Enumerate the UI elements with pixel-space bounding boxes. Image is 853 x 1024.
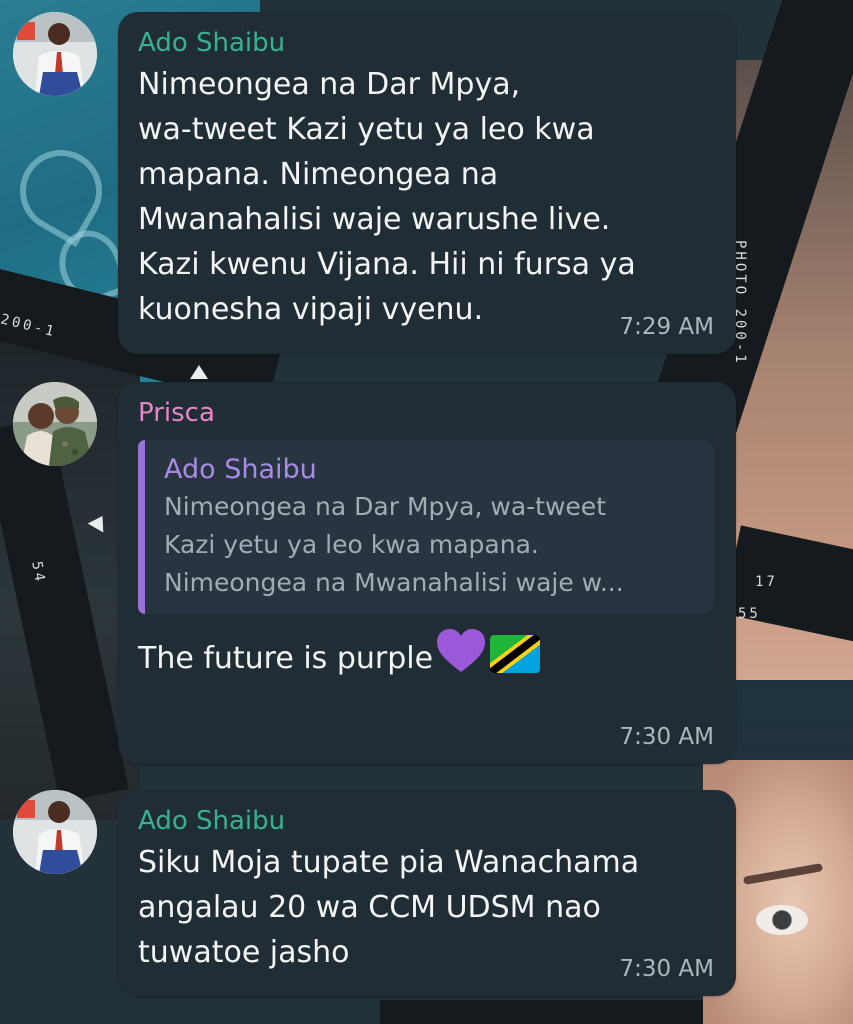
sender-name[interactable]: Prisca	[138, 396, 714, 430]
purple-heart-icon	[435, 628, 487, 687]
sender-name[interactable]: Ado Shaibu	[138, 804, 714, 838]
reply-quote-text: Nimeongea na Dar Mpya, wa-tweet Kazi yet…	[164, 492, 624, 597]
sender-avatar[interactable]	[13, 12, 97, 96]
message-bubble[interactable]: Prisca Ado Shaibu Nimeongea na Dar Mpya,…	[118, 382, 736, 764]
message-text: The future is purple	[138, 641, 434, 676]
message-text: Siku Moja tupate pia Wanachama angalau 2…	[138, 845, 640, 970]
avatar-woman-military-icon	[13, 382, 97, 466]
message-text: Nimeongea na Dar Mpya, wa-tweet Kazi yet…	[138, 67, 636, 327]
sender-avatar[interactable]	[13, 790, 97, 874]
message-bubble[interactable]: Ado Shaibu Siku Moja tupate pia Wanacham…	[118, 790, 736, 996]
reply-quote-accent-bar	[138, 440, 145, 614]
message-bubble[interactable]: Ado Shaibu Nimeongea na Dar Mpya, wa-twe…	[118, 12, 736, 354]
reply-quote[interactable]: Ado Shaibu Nimeongea na Dar Mpya, wa-twe…	[138, 440, 714, 614]
tanzania-flag-icon	[489, 634, 541, 687]
chat-message-list: Ado Shaibu Nimeongea na Dar Mpya, wa-twe…	[0, 0, 853, 1024]
message-timestamp: 7:29 AM	[619, 314, 714, 340]
sender-avatar[interactable]	[13, 382, 97, 466]
avatar-man-suit-icon	[13, 12, 97, 96]
reply-quote-sender: Ado Shaibu	[164, 454, 317, 485]
message-text-row: The future is purple	[138, 628, 714, 687]
avatar-man-suit-icon	[13, 790, 97, 874]
message-timestamp: 7:30 AM	[619, 956, 714, 982]
message-timestamp: 7:30 AM	[619, 724, 714, 750]
sender-name[interactable]: Ado Shaibu	[138, 26, 714, 60]
